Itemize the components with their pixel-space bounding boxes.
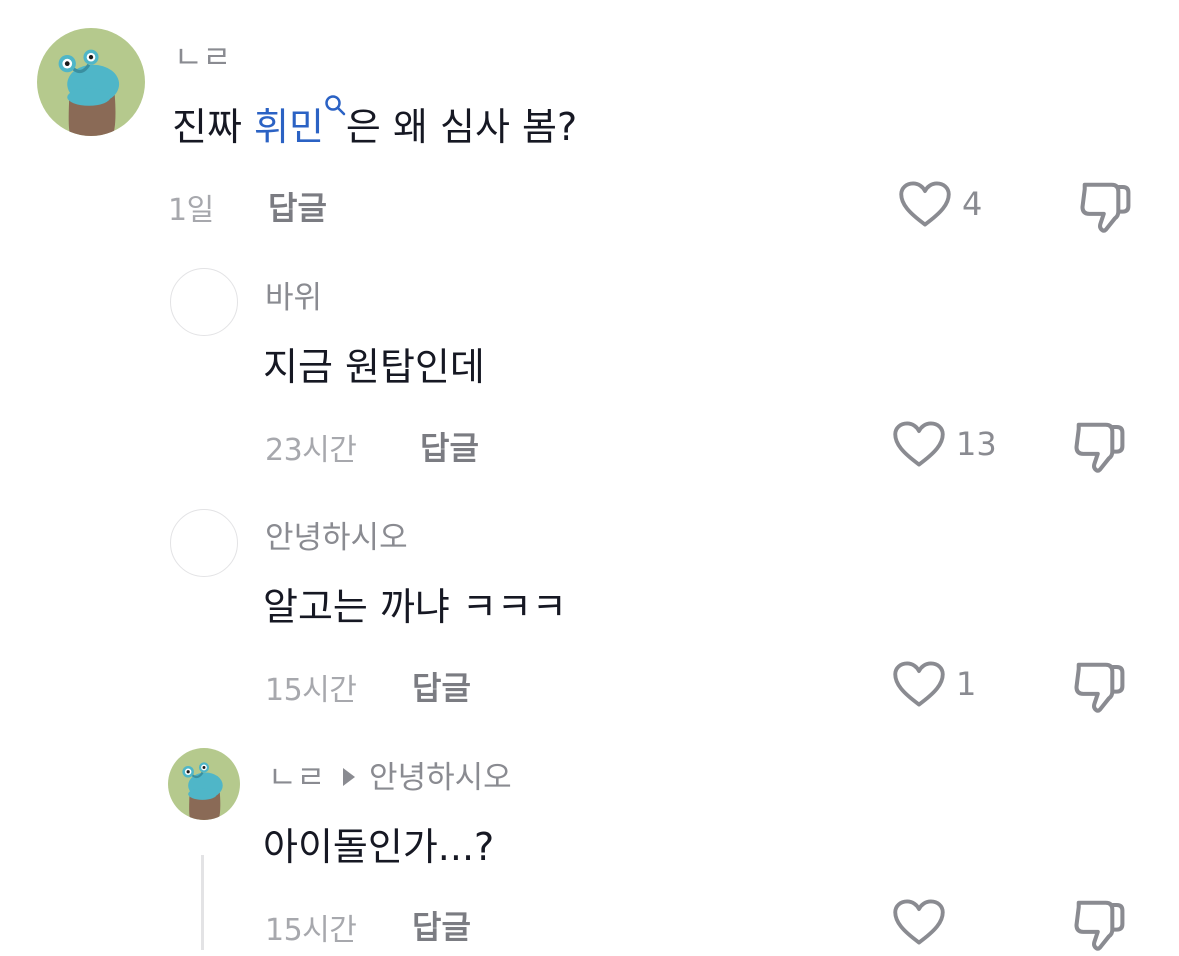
thumbs-down-icon	[1072, 658, 1128, 714]
comment-text-part: 은 왜 심사 봄?	[345, 105, 578, 149]
heart-outline-icon	[892, 898, 946, 946]
comment-username-row: ㄴㄹ 안녕하시오	[268, 752, 512, 797]
avatar[interactable]	[37, 28, 145, 136]
comment-time: 23시간	[265, 433, 357, 468]
comment-text: 알고는 까냐 ㅋㅋㅋ	[263, 585, 567, 629]
play-arrow-icon	[343, 767, 356, 786]
comment-username[interactable]: ㄴㄹ	[268, 760, 325, 796]
search-keyword-link[interactable]: 휘민	[254, 95, 346, 149]
reply-button[interactable]: 답글	[268, 183, 327, 229]
dislike-button[interactable]	[1072, 418, 1128, 478]
dislike-button[interactable]	[1072, 658, 1128, 718]
frog-sticker-avatar-icon	[37, 28, 145, 136]
like-button[interactable]: 4	[898, 180, 982, 228]
avatar[interactable]	[170, 268, 238, 336]
comment-time: 1일	[168, 193, 214, 228]
keyword-label: 휘민	[254, 105, 324, 149]
comment-time: 15시간	[265, 673, 357, 708]
comment-username[interactable]: ㄴㄹ	[174, 32, 231, 77]
like-count: 4	[962, 185, 983, 223]
reply-button[interactable]: 답글	[412, 663, 471, 709]
like-count: 13	[956, 425, 997, 463]
heart-outline-icon	[898, 180, 952, 228]
dislike-button[interactable]	[1072, 896, 1128, 956]
like-button[interactable]: 1	[892, 660, 976, 708]
comment-time: 15시간	[265, 913, 357, 948]
comment-text: 아이돌인가...?	[263, 825, 495, 869]
thumbs-down-icon	[1078, 178, 1134, 234]
search-icon	[325, 95, 346, 116]
thumbs-down-icon	[1072, 896, 1128, 952]
thread-line	[201, 855, 204, 950]
frog-sticker-avatar-icon	[168, 748, 240, 820]
like-count: 1	[956, 665, 977, 703]
comment-username[interactable]: 안녕하시오	[265, 512, 408, 557]
like-button[interactable]	[892, 898, 956, 946]
comment-text-part: 진짜	[172, 105, 254, 149]
comment-username[interactable]: 바위	[265, 272, 322, 317]
like-button[interactable]: 13	[892, 420, 997, 468]
heart-outline-icon	[892, 660, 946, 708]
dislike-button[interactable]	[1078, 178, 1134, 238]
thumbs-down-icon	[1072, 418, 1128, 474]
reply-button[interactable]: 답글	[412, 902, 471, 948]
reply-button[interactable]: 답글	[420, 423, 479, 469]
comment-text: 지금 원탑인데	[263, 345, 485, 389]
avatar[interactable]	[170, 509, 238, 577]
heart-outline-icon	[892, 420, 946, 468]
comment-text: 진짜 휘민 은 왜 심사 봄?	[172, 95, 578, 151]
avatar[interactable]	[168, 748, 240, 820]
reply-to-username[interactable]: 안녕하시오	[369, 760, 512, 796]
